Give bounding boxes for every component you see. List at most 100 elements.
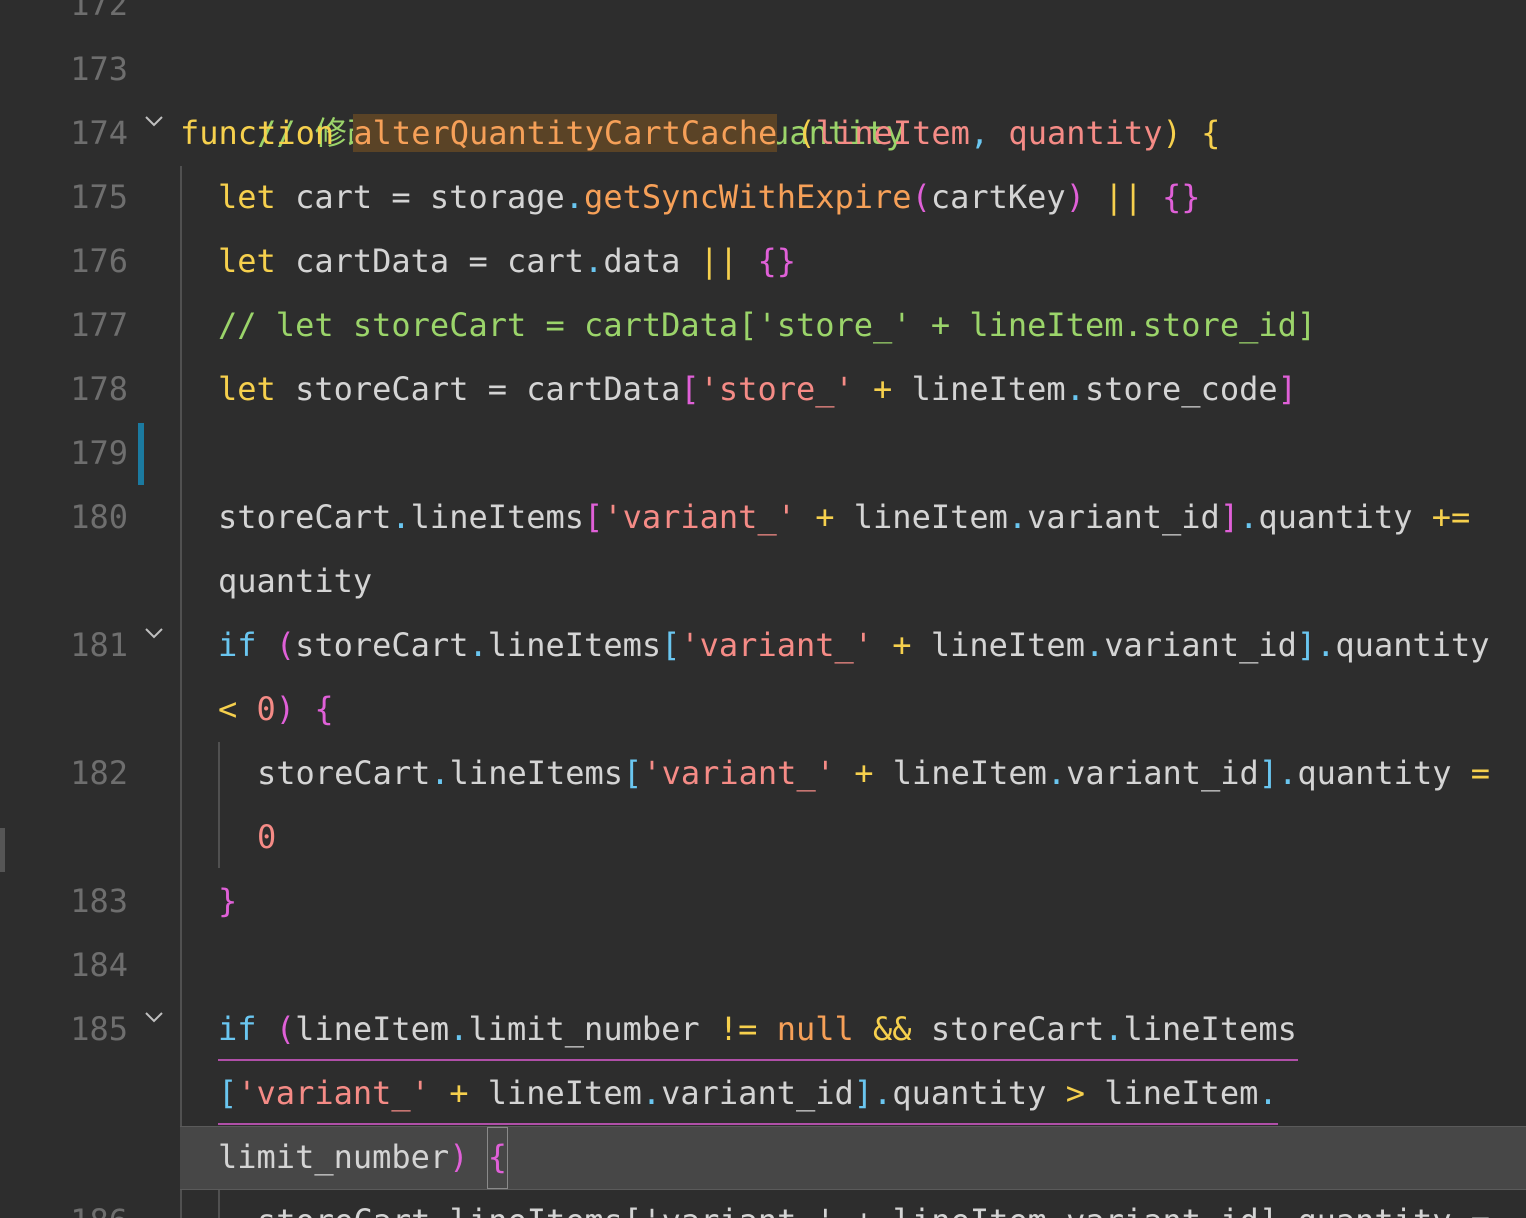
code-text: quantity — [1258, 498, 1413, 536]
operator: += — [1412, 498, 1471, 536]
code-text: lineItem — [853, 498, 1008, 536]
paren-close: ) — [275, 690, 296, 728]
code-line-182[interactable]: storeCart. lineItems['variant_' + lineIte… — [257, 741, 1490, 805]
code-line-178[interactable]: let storeCart = cartData['store_' + line… — [218, 357, 1297, 421]
code-line-181[interactable]: if (storeCart.lineItems['variant_' + lin… — [218, 613, 1490, 677]
bracket-open: [ — [584, 498, 604, 536]
code-text: limit_number — [218, 1138, 450, 1176]
line-number: 184 — [70, 946, 128, 984]
code-line-185-wrap[interactable]: ['variant_' + lineItem.variant_id].quant… — [218, 1061, 1278, 1125]
code-line-183[interactable]: } — [218, 869, 237, 933]
code-line-176[interactable]: let cartData = cart.data || {} — [218, 229, 796, 293]
code-line-175[interactable]: let cart = storage.getSyncWithExpire(car… — [218, 165, 1201, 229]
keyword-let: let — [218, 242, 276, 280]
code-text: lineItem — [1104, 1074, 1259, 1112]
dot: . — [1278, 754, 1298, 792]
code-text: storeCart — [930, 1010, 1105, 1048]
indent-guide — [180, 166, 182, 1130]
string: 'variant_' — [642, 754, 835, 792]
code-line-180-wrap[interactable]: quantity — [218, 549, 372, 613]
line-number: 185 — [70, 1010, 128, 1048]
bracket-open: [ — [680, 370, 700, 408]
code-text: quantity — [1297, 754, 1452, 792]
chevron-down-icon[interactable] — [142, 986, 166, 1050]
bracket-open: [ — [623, 754, 643, 792]
dot: . — [584, 242, 604, 280]
code-line-182-wrap[interactable]: 0 — [257, 805, 276, 869]
code-text: quantity — [1335, 626, 1490, 664]
code-line-186[interactable]: storeCart.lineItems['variant_' + lineIte… — [257, 1189, 1490, 1218]
operator: != — [718, 1010, 777, 1048]
method-name: getSyncWithExpire — [584, 178, 912, 216]
code-text: lineItems — [449, 754, 624, 792]
operator: + — [853, 370, 912, 408]
operator: + — [429, 1074, 488, 1112]
code-text: lineItem — [930, 626, 1085, 664]
param: quantity — [1008, 114, 1163, 152]
code-line-185-wrap2[interactable]: limit_number) { — [218, 1125, 507, 1189]
bracket-close: ] — [853, 1074, 874, 1112]
dot: . — [873, 1074, 893, 1112]
dot: . — [1065, 370, 1085, 408]
dot: . — [641, 1074, 662, 1112]
code-line-174[interactable]: function alterQuantityCartCache (lineIte… — [180, 101, 1220, 165]
dot: . — [1239, 498, 1259, 536]
paren-open: ( — [256, 1010, 296, 1048]
paren-close: ) — [449, 1138, 469, 1176]
param: lineItem — [815, 114, 970, 152]
code-text: variant_id — [1104, 626, 1297, 664]
code-line-177[interactable]: // let storeCart = cartData['store_' + l… — [218, 293, 1316, 357]
comment: // let storeCart = cartData['store_' + l… — [218, 306, 1317, 344]
comma: , — [969, 114, 1009, 152]
code-text: quantity — [218, 562, 373, 600]
code-text: cartKey — [930, 178, 1066, 216]
line-number: 180 — [70, 498, 128, 536]
operator: < — [218, 690, 257, 728]
code-text: variant_id — [661, 1074, 854, 1112]
code-line-181-wrap[interactable]: < 0) { — [218, 677, 334, 741]
keyword-function: function — [180, 114, 335, 152]
line-number: 183 — [70, 882, 128, 920]
string: 'variant_' — [237, 1074, 430, 1112]
code-text: storeCart — [257, 754, 431, 792]
code-text: storeCart — [218, 498, 392, 536]
line-number: 181 — [70, 626, 128, 664]
operator: + — [873, 626, 931, 664]
line-number: 178 — [70, 370, 128, 408]
code-editor[interactable]: 172 173 174 175 176 177 178 179 180 181 … — [0, 0, 1526, 1218]
operator: + — [795, 498, 854, 536]
line-number: 173 — [70, 50, 128, 88]
git-change-marker — [138, 423, 144, 485]
code-text: cartData = cart — [275, 242, 585, 280]
string: 'store_' — [699, 370, 854, 408]
chevron-down-icon[interactable] — [142, 90, 166, 154]
string: 'variant_' — [603, 498, 796, 536]
chevron-down-icon[interactable] — [142, 602, 166, 666]
code-text: lineItems — [1123, 1010, 1297, 1048]
brace-open: { — [295, 690, 334, 728]
bracket-close: ] — [1296, 626, 1317, 664]
code-text: storeCart.lineItems['variant_' + lineIte… — [257, 1202, 1490, 1218]
dot: . — [1007, 498, 1028, 536]
code-text: lineItems — [410, 498, 585, 536]
dot: . — [1258, 1074, 1278, 1112]
dot: . — [1084, 626, 1105, 664]
dot: . — [564, 178, 585, 216]
code-text: cart = storage — [275, 178, 565, 216]
operator: > — [1046, 1074, 1105, 1112]
dot: . — [1316, 626, 1336, 664]
operator: + — [834, 754, 893, 792]
string: 'variant_' — [680, 626, 874, 664]
object-literal: {} — [1162, 178, 1201, 216]
bracket-open: [ — [661, 626, 681, 664]
line-number: 177 — [70, 306, 128, 344]
code-text: lineItem — [892, 754, 1047, 792]
code-text: storeCart = cartData — [275, 370, 681, 408]
code-line-180[interactable]: storeCart. lineItems['variant_' + lineIte… — [218, 485, 1470, 549]
number: 0 — [257, 818, 277, 856]
code-line-185[interactable]: if (lineItem.limit_number != null && sto… — [218, 997, 1297, 1061]
line-number: 172 — [70, 0, 128, 23]
function-name: alterQuantityCartCache — [353, 114, 778, 152]
code-line-173[interactable]: // 修改购物车中 lineItem 的 quantity — [180, 37, 905, 152]
scrollbar-marker[interactable] — [0, 828, 5, 872]
